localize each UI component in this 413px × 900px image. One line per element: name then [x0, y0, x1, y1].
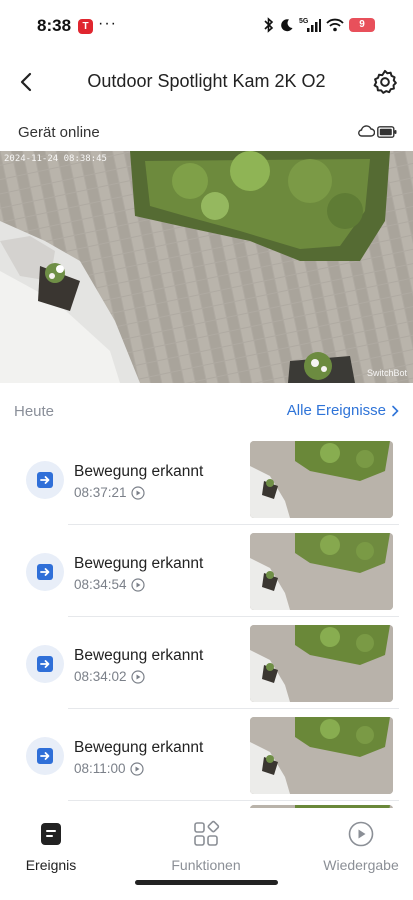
event-time: 08:37:21 [74, 485, 127, 500]
play-circle-icon [130, 669, 145, 684]
status-bar: 8:38 T ··· 5G 9 [0, 0, 413, 52]
cloud-icon [358, 125, 375, 137]
battery-icon [377, 126, 397, 138]
status-time: 8:38 [37, 16, 72, 35]
camera-image [0, 151, 413, 383]
network-label: 5G [299, 18, 309, 25]
event-row[interactable]: Bewegung erkannt 08:11:00 [14, 709, 399, 801]
event-row[interactable]: Bewegung erkannt 08:34:54 [14, 525, 399, 617]
event-time: 08:34:54 [74, 577, 127, 592]
event-title: Bewegung erkannt [74, 647, 204, 664]
event-thumbnail[interactable] [250, 717, 393, 794]
chevron-left-icon [20, 72, 32, 92]
home-indicator[interactable] [135, 880, 278, 885]
event-time-row: 08:37:21 [74, 485, 145, 500]
event-time-row: 08:34:54 [74, 577, 145, 592]
event-thumbnail[interactable] [250, 625, 393, 702]
app-header: Outdoor Spotlight Kam 2K O2 [0, 52, 413, 112]
nav-tab-events[interactable]: Ereignis [0, 820, 111, 880]
event-list-icon [41, 823, 61, 845]
chevron-right-icon [392, 405, 399, 416]
wifi-icon [326, 18, 344, 32]
event-thumbnail[interactable] [250, 533, 393, 610]
gear-icon [373, 69, 397, 94]
play-circle-icon [129, 761, 144, 776]
nav-tab-playback[interactable]: Wiedergabe [301, 820, 413, 880]
nav-label-functions: Funktionen [171, 857, 241, 873]
nav-label-events: Ereignis [25, 857, 77, 873]
event-row[interactable]: Bewegung erkannt 08:34:02 [14, 617, 399, 709]
event-title: Bewegung erkannt [74, 739, 204, 756]
status-icons: 5G 9 [263, 17, 375, 33]
bluetooth-icon [264, 17, 274, 33]
functions-grid-icon [194, 820, 220, 846]
device-online-status: Gerät online [18, 124, 100, 141]
motion-event-icon [26, 553, 64, 591]
device-status-row: Gerät online [0, 118, 413, 148]
motion-event-icon [26, 461, 64, 499]
all-events-label: Alle Ereignisse [286, 402, 386, 419]
playback-icon [348, 821, 374, 847]
event-row[interactable]: Bewegung erkannt 08:37:21 [14, 433, 399, 525]
event-time-row: 08:34:02 [74, 669, 145, 684]
app-notification-badge: T [78, 19, 93, 34]
back-button[interactable] [14, 66, 42, 98]
play-circle-icon [130, 577, 145, 592]
signal-icon: 5G [299, 18, 321, 32]
events-header: Heute Alle Ereignisse [0, 400, 413, 424]
battery-level-badge: 9 [349, 18, 375, 32]
nav-label-playback: Wiedergabe [323, 857, 399, 873]
camera-timestamp: 2024-11-24 08:38:45 [4, 154, 107, 164]
event-time-row: 08:11:00 [74, 761, 144, 776]
event-time: 08:34:02 [74, 669, 127, 684]
more-notifications-icon: ··· [98, 15, 117, 32]
moon-icon [281, 19, 293, 32]
bottom-navigation: Ereignis Funktionen Wiedergabe [0, 808, 413, 900]
camera-watermark: SwitchBot [366, 368, 407, 378]
page-title: Outdoor Spotlight Kam 2K O2 [87, 71, 326, 91]
event-title: Bewegung erkannt [74, 463, 204, 480]
settings-button[interactable] [371, 68, 399, 96]
nav-tab-functions[interactable]: Funktionen [146, 820, 266, 880]
play-circle-icon [130, 485, 145, 500]
motion-event-icon [26, 645, 64, 683]
event-thumbnail[interactable] [250, 441, 393, 518]
motion-event-icon [26, 737, 64, 775]
all-events-link[interactable]: Alle Ereignisse [287, 402, 399, 419]
event-time: 08:11:00 [74, 761, 126, 776]
event-title: Bewegung erkannt [74, 555, 204, 572]
event-list: Bewegung erkannt 08:37:21 Bewegung erkan… [14, 433, 399, 833]
events-section-label: Heute [14, 403, 55, 420]
camera-live-view[interactable]: 2024-11-24 08:38:45 SwitchBot [0, 151, 413, 383]
